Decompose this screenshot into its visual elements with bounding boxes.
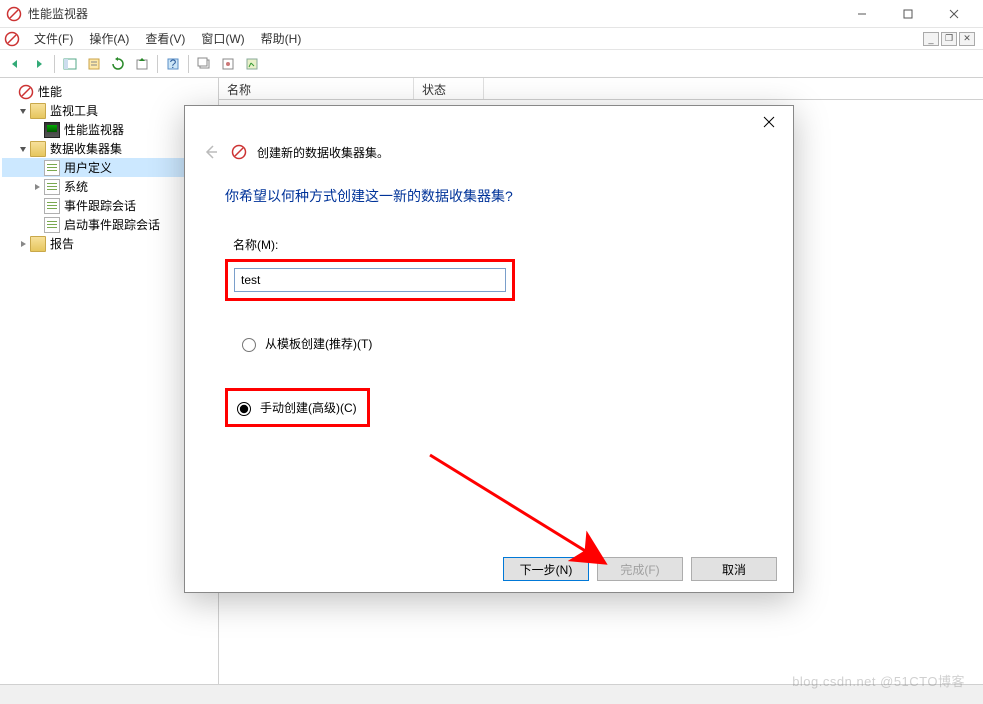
- column-name[interactable]: 名称: [219, 78, 414, 99]
- watermark: blog.csdn.net @51CTO博客: [792, 671, 965, 690]
- tree-label: 数据收集器集: [50, 140, 122, 157]
- chevron-right-icon[interactable]: [4, 85, 18, 99]
- radio-manual-row[interactable]: 手动创建(高级)(C): [232, 395, 357, 420]
- svg-text:?: ?: [170, 57, 177, 71]
- mdi-close-button[interactable]: ✕: [959, 32, 975, 46]
- mdi-restore-button[interactable]: ❐: [941, 32, 957, 46]
- document-icon: [44, 217, 60, 233]
- highlight-box-name: [225, 259, 515, 301]
- minimize-button[interactable]: [839, 0, 885, 28]
- toolbar: ?: [0, 50, 983, 78]
- tree-spacer: [30, 199, 44, 213]
- chevron-right-icon[interactable]: [30, 180, 44, 194]
- properties-button[interactable]: [83, 53, 105, 75]
- window-controls: [839, 0, 977, 28]
- dialog-heading: 你希望以何种方式创建这一新的数据收集器集?: [225, 186, 753, 206]
- close-button[interactable]: [931, 0, 977, 28]
- back-button[interactable]: [4, 53, 26, 75]
- finish-button: 完成(F): [597, 557, 683, 581]
- column-status[interactable]: 状态: [414, 78, 484, 99]
- performance-icon: [18, 84, 34, 100]
- dialog-footer: 下一步(N) 完成(F) 取消: [185, 546, 793, 592]
- name-label: 名称(M):: [233, 236, 753, 253]
- menu-file[interactable]: 文件(F): [26, 28, 81, 49]
- next-button[interactable]: 下一步(N): [503, 557, 589, 581]
- help-button[interactable]: ?: [162, 53, 184, 75]
- dialog-body: 你希望以何种方式创建这一新的数据收集器集? 名称(M): 从模板创建(推荐)(T…: [185, 178, 793, 546]
- counter-button[interactable]: [241, 53, 263, 75]
- tree-label: 启动事件跟踪会话: [64, 216, 160, 233]
- tree-spacer: [30, 161, 44, 175]
- document-icon: [44, 198, 60, 214]
- menu-window[interactable]: 窗口(W): [193, 28, 252, 49]
- refresh-button[interactable]: [107, 53, 129, 75]
- window-titlebar: 性能监视器: [0, 0, 983, 28]
- chevron-down-icon[interactable]: [16, 142, 30, 156]
- mdi-controls: _ ❐ ✕: [923, 32, 979, 46]
- window-title: 性能监视器: [28, 5, 839, 22]
- dialog-title: 创建新的数据收集器集。: [257, 144, 389, 161]
- mdi-minimize-button[interactable]: _: [923, 32, 939, 46]
- radio-template-row[interactable]: 从模板创建(推荐)(T): [237, 331, 753, 356]
- menu-view[interactable]: 查看(V): [137, 28, 193, 49]
- toolbar-separator: [54, 55, 55, 73]
- chevron-down-icon[interactable]: [16, 104, 30, 118]
- app-icon: [6, 6, 22, 22]
- dialog-close-button[interactable]: [749, 108, 789, 136]
- list-header: 名称 状态: [219, 78, 983, 100]
- highlight-box-manual: 手动创建(高级)(C): [225, 388, 370, 427]
- cancel-button[interactable]: 取消: [691, 557, 777, 581]
- show-hide-tree-button[interactable]: [59, 53, 81, 75]
- tree-label: 事件跟踪会话: [64, 197, 136, 214]
- forward-button[interactable]: [28, 53, 50, 75]
- tree-spacer: [30, 123, 44, 137]
- toolbar-separator: [157, 55, 158, 73]
- dialog-icon: [231, 144, 247, 160]
- menubar: 文件(F) 操作(A) 查看(V) 窗口(W) 帮助(H) _ ❐ ✕: [0, 28, 983, 50]
- folder-icon: [30, 141, 46, 157]
- new-window-button[interactable]: [193, 53, 215, 75]
- menu-help[interactable]: 帮助(H): [253, 28, 310, 49]
- tree-label: 性能监视器: [64, 121, 124, 138]
- document-icon: [44, 160, 60, 176]
- toolbar-separator: [188, 55, 189, 73]
- chevron-right-icon[interactable]: [16, 237, 30, 251]
- tree-spacer: [30, 218, 44, 232]
- maximize-button[interactable]: [885, 0, 931, 28]
- monitor-icon: [44, 122, 60, 138]
- wizard-dialog: 创建新的数据收集器集。 你希望以何种方式创建这一新的数据收集器集? 名称(M):…: [184, 105, 794, 593]
- tree-label: 性能: [38, 83, 62, 100]
- dialog-titlebar: [185, 106, 793, 138]
- tree-label: 用户定义: [64, 159, 112, 176]
- back-arrow-icon[interactable]: [201, 142, 221, 162]
- dialog-header: 创建新的数据收集器集。: [185, 138, 793, 178]
- folder-icon: [30, 236, 46, 252]
- radio-manual[interactable]: [237, 402, 251, 416]
- tree-label: 报告: [50, 235, 74, 252]
- tree-root-performance[interactable]: 性能: [2, 82, 216, 101]
- tree-label: 系统: [64, 178, 88, 195]
- export-button[interactable]: [131, 53, 153, 75]
- document-icon: [44, 179, 60, 195]
- radio-manual-label: 手动创建(高级)(C): [260, 399, 357, 416]
- tree-label: 监视工具: [50, 102, 98, 119]
- properties2-button[interactable]: [217, 53, 239, 75]
- radio-template[interactable]: [242, 338, 256, 352]
- folder-icon: [30, 103, 46, 119]
- radio-template-label: 从模板创建(推荐)(T): [265, 335, 372, 352]
- menubar-app-icon: [4, 31, 20, 47]
- menu-action[interactable]: 操作(A): [81, 28, 137, 49]
- name-input[interactable]: [234, 268, 506, 292]
